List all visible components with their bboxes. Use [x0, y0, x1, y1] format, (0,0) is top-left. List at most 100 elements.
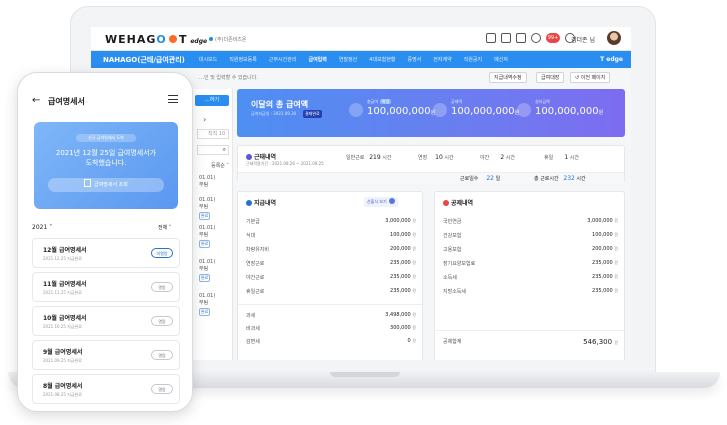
arrival-message-line2: 도착했습니다.	[85, 159, 127, 167]
video-icon[interactable]	[486, 33, 496, 43]
pay-row: 기본급 3,000,000 원	[246, 218, 416, 225]
year-select[interactable]: 2021 ˅	[32, 224, 52, 231]
payslip-title: 11월 급여명세서	[43, 281, 87, 288]
read-status-button[interactable]: 열람	[151, 384, 173, 394]
payroll-ledger-button[interactable]: 급여대장	[536, 72, 565, 83]
laptop-notch	[330, 372, 400, 377]
payslip-title: 8월 급여명세서	[43, 383, 83, 390]
header-icons: 99+	[486, 33, 575, 43]
company-name[interactable]: (주)더존비즈온	[209, 36, 247, 43]
notification-badge[interactable]: 99+	[546, 33, 560, 43]
new-payslip-card: 신규 급여명세서 도착 2021년 12월 25일 급여명세서가 도착했습니다.…	[34, 122, 178, 209]
attendance-detail: 근태내역 근태적용기간 : 2021.08.26 ~ 2021.09.25 일반…	[237, 145, 625, 183]
hamburger-menu-icon[interactable]	[168, 95, 178, 103]
marketing-composite: WEHAGO T edge (주)더존비즈온 99+ 김더존 님 NAHAGO(…	[0, 0, 727, 425]
pay-date: 급여지급일 : 2021.09.30	[251, 111, 297, 116]
payslip-list-item[interactable]: 8월 급여명세서 2021.08.25 지급완료 열람	[32, 374, 180, 404]
menu-item-messenger[interactable]: 메신저	[488, 56, 514, 63]
avatar[interactable]	[607, 31, 621, 45]
back-arrow-icon[interactable]: ←	[32, 95, 40, 106]
plus-icon	[246, 200, 252, 206]
read-status-button[interactable]: 열람	[151, 350, 173, 360]
payslip-list-item[interactable]: 12월 급여명세서 2021.12.25 지급완료 미열람	[32, 238, 180, 268]
work-days: 근로일수 22 일	[460, 175, 501, 182]
deduction-total-row: 공제합계 546,300 원	[443, 338, 618, 346]
chevron-right-icon[interactable]: ›	[203, 115, 206, 124]
status-badge: 완료	[199, 212, 211, 220]
payslip-title: 10월 급여명세서	[43, 315, 87, 322]
deduction-row: 장기요양보험료 235,000 원	[443, 260, 618, 267]
wehago-logo[interactable]: WEHAGO	[105, 33, 167, 46]
deduction-detail-panel: 공제내역 국민연금 3,000,000 원 건강보험 100,000 원 고용보험 2…	[434, 191, 625, 360]
read-status-button[interactable]: 열람	[151, 282, 173, 292]
pay-row: 연장근로 235,000 원	[246, 260, 416, 267]
list-item[interactable]: 01.01) 무팀 완료	[199, 259, 229, 282]
total-work-hours: 총 근로시간 232 시간	[534, 175, 586, 182]
document-icon[interactable]	[516, 33, 526, 43]
left-action-button[interactable]: …하기	[195, 95, 229, 106]
payslip-date: 2021.09.25 지급완료	[43, 358, 82, 363]
pay-row: 식대 100,000 원	[246, 232, 416, 239]
coin-icon	[517, 103, 531, 117]
deduction-row: 지방소득세 235,000 원	[443, 288, 618, 295]
menu-item-e-contract[interactable]: 전자계약	[427, 56, 457, 63]
pay-row: 휴일근로 235,000 원	[246, 288, 416, 295]
read-status-button[interactable]: 미열람	[151, 248, 173, 258]
approval-status-badge: 결재완료	[303, 110, 322, 118]
summary-title: 이달의 총 급여액	[251, 100, 309, 109]
pay-row: 차량유지비 200,000 원	[246, 246, 416, 253]
menu-title[interactable]: NAHAGO(근태/급여관리)	[91, 55, 193, 65]
divider	[435, 330, 624, 331]
view-formula-button[interactable]: 산출식 보기	[364, 197, 398, 207]
wallet-icon	[349, 103, 363, 117]
sort-select[interactable]: 등록순 ˅	[199, 162, 229, 169]
holiday-hours: 휴일 1 시간	[544, 154, 579, 161]
employee-search-input[interactable]: ⌕	[197, 145, 229, 155]
payslip-date: 2021.12.25 지급완료	[43, 256, 82, 261]
menu-item-dashboard[interactable]: 대시보드	[193, 56, 223, 63]
list-item[interactable]: 01.01) 무팀 완료	[199, 197, 229, 220]
menu-item-work-hours[interactable]: 근무시간관리	[263, 56, 303, 63]
t-edge-logo: T edge	[169, 33, 207, 46]
new-arrival-badge: 신규 급여명세서 도착	[76, 134, 136, 142]
help-icon[interactable]	[531, 33, 541, 43]
chat-icon[interactable]	[501, 33, 511, 43]
list-item[interactable]: 01.01) 무팀	[199, 175, 229, 188]
deduction-row: 소득세 235,000 원	[443, 274, 618, 281]
user-name[interactable]: 김더존 님	[571, 35, 595, 44]
payslip-list-item[interactable]: 9월 급여명세서 2021.09.25 지급완료 열람	[32, 340, 180, 370]
payslip-title: 12월 급여명세서	[43, 247, 87, 254]
payslip-list-item[interactable]: 10월 급여명세서 2021.10.25 지급완료 열람	[32, 306, 180, 336]
payslip-date: 2021.10.25 지급완료	[43, 324, 82, 329]
payslip-list-item[interactable]: 11월 급여명세서 2021.11.25 지급완료 열람	[32, 272, 180, 302]
minus-icon	[443, 200, 449, 206]
menu-item-year-end-tax[interactable]: 연말정산	[333, 56, 363, 63]
menu-item-payroll-input[interactable]: 급여입력	[302, 56, 332, 63]
payment-title: 지급내역	[246, 198, 276, 207]
list-item[interactable]: 01.01) 무팀 완료	[199, 225, 229, 248]
t-edge-menu-logo[interactable]: T edge	[600, 56, 631, 63]
mobile-app-screen: ← 급여명세서 신규 급여명세서 도착 2021년 12월 25일 급여명세서가…	[17, 72, 193, 412]
edit-payment-button[interactable]: 지급내역수정	[489, 72, 527, 83]
search-icon: ⌕	[222, 146, 226, 153]
minus-icon	[433, 103, 447, 117]
main-menu: NAHAGO(근태/급여관리) 대시보드 직원정보등록 근무시간관리 급여입력 …	[91, 51, 631, 68]
employee-count-field[interactable]: 직직 10	[197, 129, 229, 139]
night-hours: 야간 2 시간	[480, 154, 515, 161]
menu-item-certificates[interactable]: 증명서	[401, 56, 427, 63]
view-payslip-button[interactable]: 급여명세서 조회	[48, 178, 164, 192]
payslip-date: 2021.11.25 지급완료	[43, 290, 82, 295]
deduction-title: 공제내역	[443, 198, 473, 207]
mobile-header: ← 급여명세서	[18, 87, 192, 113]
payslip-title: 9월 급여명세서	[43, 349, 83, 356]
confirmed-badge: 확정	[380, 99, 392, 104]
read-status-button[interactable]: 열람	[151, 316, 173, 326]
menu-item-insurance[interactable]: 4대보험현황	[363, 56, 401, 63]
app-header: WEHAGO T edge (주)더존비즈온 99+ 김더존 님	[91, 27, 631, 51]
menu-item-notices[interactable]: 직원공지	[458, 56, 488, 63]
previous-page-button[interactable]: ↺ 이전 페이지	[570, 72, 611, 83]
list-item[interactable]: 01.01) 무팀 완료	[199, 293, 229, 316]
menu-item-employee-info[interactable]: 직원정보등록	[223, 56, 263, 63]
arrival-message-line1: 2021년 12월 25일 급여명세서가	[55, 149, 157, 157]
filter-select[interactable]: 전체 ˅	[158, 224, 171, 231]
